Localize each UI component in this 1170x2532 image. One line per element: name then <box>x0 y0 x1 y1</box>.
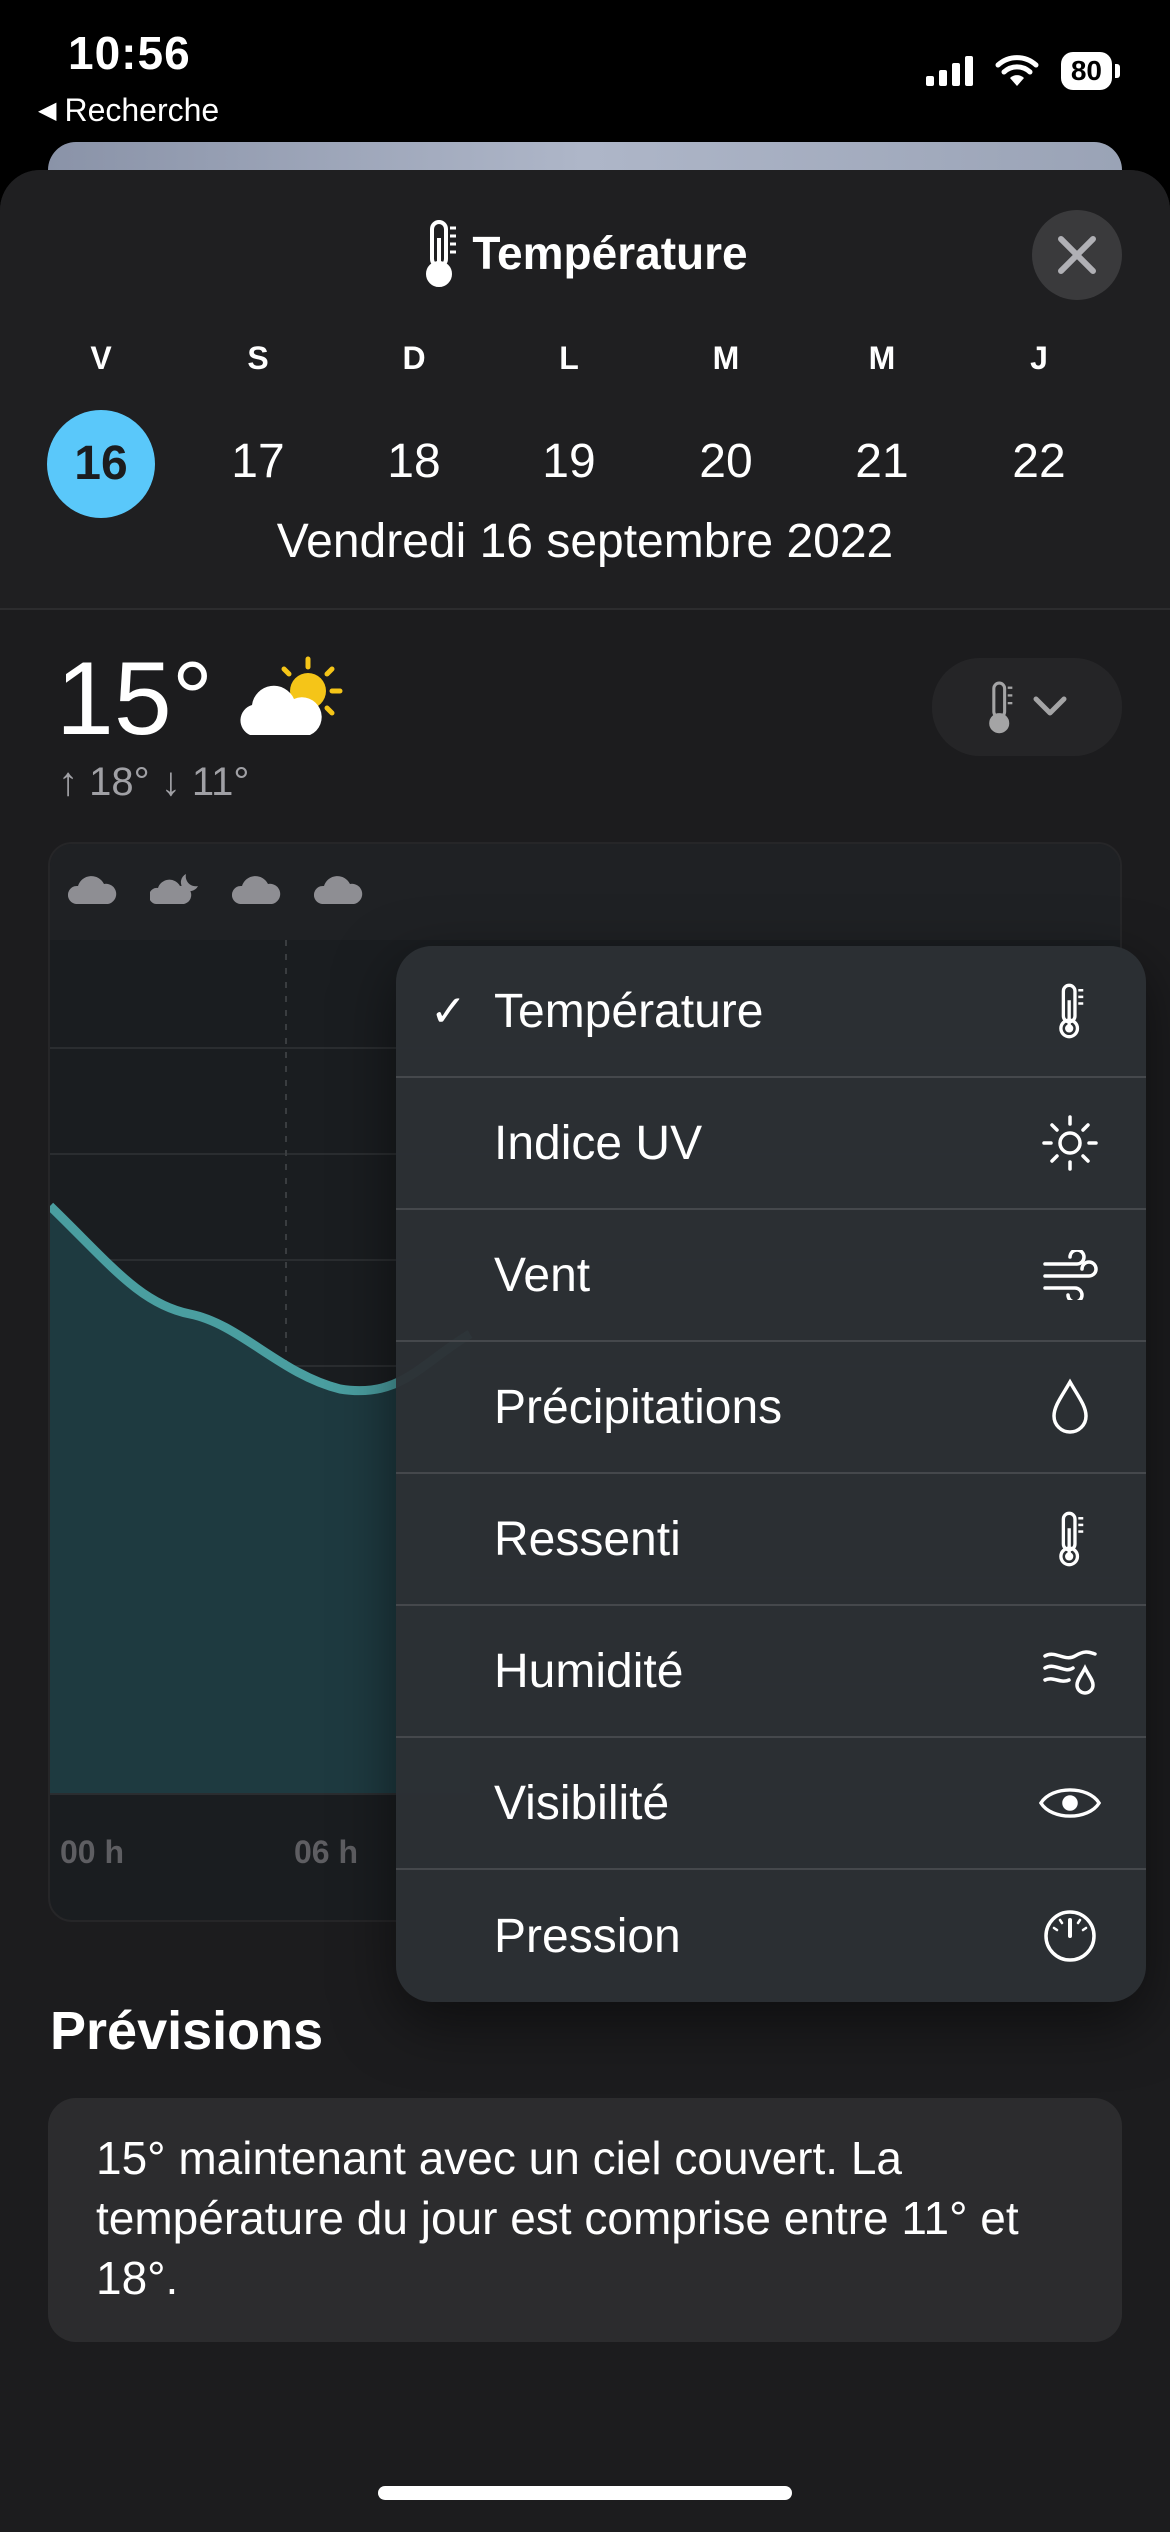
drop-icon <box>1038 1375 1102 1439</box>
gauge-icon <box>1038 1904 1102 1968</box>
cellular-signal-icon <box>925 56 973 86</box>
close-button[interactable] <box>1032 210 1122 300</box>
sun-icon <box>1038 1111 1102 1175</box>
menu-item-label: Ressenti <box>494 1512 681 1566</box>
menu-item-precipitation[interactable]: Précipitations <box>396 1342 1146 1474</box>
menu-item-label: Pression <box>494 1909 681 1963</box>
cloud-icon <box>68 876 117 904</box>
previsions-card: 15° maintenant avec un ciel couvert. La … <box>48 2098 1122 2342</box>
day-number: 21 <box>855 435 909 488</box>
day-letter: S <box>247 340 269 376</box>
cloud-moon-icon <box>150 874 198 904</box>
day-number: 20 <box>699 435 753 488</box>
x-axis-label: 06 h <box>294 1834 359 1870</box>
metric-menu: ✓ Température Indice UV Vent Précipitati… <box>396 946 1146 2002</box>
menu-item-label: Visibilité <box>494 1776 670 1830</box>
checkmark-icon: ✓ <box>430 986 467 1036</box>
previsions-title: Prévisions <box>50 2001 324 2061</box>
menu-item-wind[interactable]: Vent <box>396 1210 1146 1342</box>
day-letter: M <box>712 340 740 376</box>
status-icons: 80 <box>925 52 1121 90</box>
back-to-search-button[interactable]: ◀ Recherche <box>38 92 219 129</box>
day-item[interactable]: M 21 <box>827 340 937 489</box>
day-item[interactable]: L 19 <box>514 340 624 489</box>
chevron-down-icon <box>1033 696 1067 716</box>
day-letter: D <box>402 340 426 376</box>
menu-item-pressure[interactable]: Pression <box>396 1870 1146 2002</box>
menu-item-uv-index[interactable]: Indice UV <box>396 1078 1146 1210</box>
menu-item-temperature[interactable]: ✓ Température <box>396 946 1146 1078</box>
day-number: 19 <box>542 435 596 488</box>
back-label: Recherche <box>64 92 220 128</box>
thermometer-icon <box>1038 1507 1102 1571</box>
home-indicator[interactable] <box>378 2486 792 2500</box>
menu-item-label: Température <box>494 984 764 1038</box>
day-number: 17 <box>231 435 285 488</box>
x-axis-label: 00 h <box>60 1834 125 1870</box>
high-low-temperatures: ↑ 18° ↓ 11° <box>58 760 249 805</box>
status-bar: 10:56 ◀ Recherche 80 <box>0 0 1170 140</box>
menu-item-label: Indice UV <box>494 1116 703 1170</box>
cloud-icon <box>232 876 281 904</box>
day-item[interactable]: D 18 <box>359 340 469 489</box>
sheet-header: Température V 16 S 17 D 18 L 19 M 20 M 2… <box>0 170 1170 610</box>
day-item[interactable]: J 22 <box>984 340 1094 489</box>
day-item[interactable]: M 20 <box>671 340 781 489</box>
cloud-icon <box>314 876 363 904</box>
menu-item-label: Vent <box>494 1248 591 1302</box>
menu-item-visibility[interactable]: Visibilité <box>396 1738 1146 1870</box>
wind-icon <box>1038 1243 1102 1307</box>
low-temperature: ↓ 11° <box>160 760 250 804</box>
day-selector: V 16 S 17 D 18 L 19 M 20 M 21 J 22 <box>0 340 1170 540</box>
sheet-title-row: Température <box>0 218 1170 288</box>
sheet-title: Température <box>472 227 748 279</box>
day-letter: V <box>90 340 112 376</box>
menu-item-label: Précipitations <box>494 1380 783 1434</box>
thermometer-icon <box>989 681 1013 734</box>
thermometer-icon <box>426 220 457 287</box>
day-number: 22 <box>1012 435 1066 488</box>
back-arrow-icon: ◀ <box>38 97 57 124</box>
close-icon <box>1058 236 1096 274</box>
current-conditions: 15° <box>56 640 352 759</box>
previsions-text: 15° maintenant avec un ciel couvert. La … <box>96 2132 1019 2304</box>
current-temperature: 15° <box>56 641 214 757</box>
menu-item-feels-like[interactable]: Ressenti <box>396 1474 1146 1606</box>
day-item[interactable]: S 17 <box>203 340 313 489</box>
high-temperature: ↑ 18° <box>58 760 150 804</box>
eye-icon <box>1038 1771 1102 1835</box>
day-letter: L <box>559 340 579 376</box>
partly-cloudy-sun-icon <box>240 656 343 735</box>
hourly-condition-icons <box>68 872 364 906</box>
battery-indicator: 80 <box>1060 52 1121 90</box>
temperature-sheet: Température V 16 S 17 D 18 L 19 M 20 M 2… <box>0 170 1170 2532</box>
metric-selector-button[interactable] <box>932 658 1122 756</box>
wifi-icon <box>995 55 1039 86</box>
day-item[interactable]: V 16 <box>46 340 156 518</box>
status-time: 10:56 <box>68 27 191 79</box>
day-letter: J <box>1030 340 1048 376</box>
menu-item-label: Humidité <box>494 1644 684 1698</box>
menu-item-humidity[interactable]: Humidité <box>396 1606 1146 1738</box>
selected-date-label: Vendredi 16 septembre 2022 <box>276 515 894 568</box>
day-number: 16 <box>47 410 155 518</box>
day-number: 18 <box>387 435 441 488</box>
day-letter: M <box>868 340 896 376</box>
humidity-icon <box>1038 1639 1102 1703</box>
thermometer-icon <box>1038 979 1102 1043</box>
